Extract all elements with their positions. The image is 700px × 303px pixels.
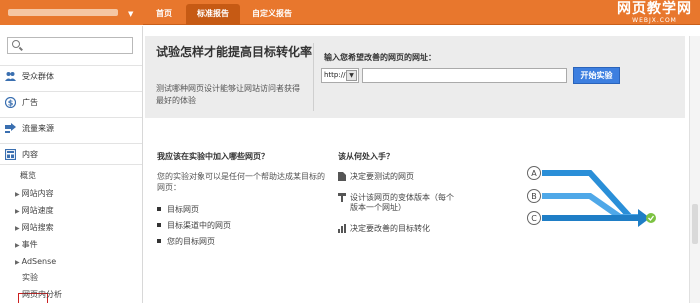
tab-custom-reports[interactable]: 自定义报告: [244, 4, 300, 25]
chevron-down-icon: ▼: [346, 70, 357, 81]
expand-arrow-icon: ▶: [15, 242, 20, 249]
bullet-item: 您的目标网页: [157, 236, 215, 247]
watermark-title: 网页教学网: [617, 1, 692, 17]
variant-a-label: A: [531, 169, 537, 178]
expand-arrow-icon: ▶: [15, 191, 20, 198]
vertical-scrollbar[interactable]: [689, 36, 700, 303]
variant-b-label: B: [531, 192, 537, 201]
bar-chart-icon: [338, 224, 346, 233]
expand-arrow-icon: ▶: [15, 208, 20, 215]
sidebar-item-label: 受众群体: [22, 72, 54, 81]
step-text: 决定要改善的目标转化: [350, 224, 430, 233]
protocol-value: http://: [324, 71, 346, 79]
pages-description: 您的实验对象可以是任何一个帮助达成某目标的网页：: [157, 172, 325, 192]
variant-c-label: C: [531, 214, 537, 223]
sidebar-subitem-experiments[interactable]: 实验: [22, 273, 38, 283]
tab-standard-reports[interactable]: 标准报告: [186, 4, 240, 25]
document-icon: [338, 172, 346, 181]
check-icon: [646, 213, 656, 223]
sidebar-subitem-overview[interactable]: 概览: [20, 171, 36, 181]
tab-home[interactable]: 首页: [146, 4, 182, 25]
sidebar-item-traffic-sources[interactable]: 流量来源: [0, 117, 142, 139]
start-experiment-button[interactable]: 开始实验: [573, 67, 620, 84]
content-page-icon: [5, 149, 16, 160]
sidebar-search-input[interactable]: [7, 37, 133, 54]
protocol-select[interactable]: http:// ▼: [321, 68, 359, 83]
sidebar-item-content[interactable]: 内容: [0, 143, 142, 165]
sidebar-subitem-events[interactable]: ▶ 事件: [15, 240, 38, 251]
sidebar-item-label: 流量来源: [22, 124, 54, 133]
sidebar-subitem-site-content[interactable]: ▶ 网站内容: [15, 189, 54, 200]
sidebar-item-label: 内容: [22, 150, 38, 159]
sidebar-item-audience[interactable]: 受众群体: [0, 65, 142, 87]
expand-arrow-icon: ▶: [15, 225, 20, 232]
traffic-arrow-icon: [5, 123, 16, 133]
dollar-icon: $: [5, 97, 16, 108]
experiment-diagram: A B C: [527, 166, 656, 227]
site-watermark: 网页教学网 WEBJX.COM: [617, 2, 692, 24]
audience-icon: [5, 72, 16, 81]
svg-text:$: $: [8, 98, 14, 107]
step-text: 设计该网页的变体版本（每个版本一个网址）: [350, 193, 454, 212]
chevron-down-icon: ▼: [128, 10, 134, 18]
sidebar-item-ads[interactable]: $ 广告: [0, 91, 142, 113]
expand-arrow-icon: ▶: [15, 259, 20, 266]
page-description: 测试哪种网页设计能够让网站访问者获得最好的体验: [156, 84, 300, 105]
account-selector[interactable]: ▼: [0, 0, 143, 25]
pages-heading: 我应该在实验中加入哪些网页？: [157, 152, 269, 161]
paint-roller-icon: [338, 193, 346, 202]
sidebar-item-label: 广告: [22, 98, 38, 107]
sidebar-subitem-site-speed[interactable]: ▶ 网站速度: [15, 206, 54, 217]
step-text: 决定要测试的网页: [350, 172, 414, 181]
url-label: 输入您希望改善的网页的网址：: [324, 53, 436, 62]
page-title: 试验怎样才能提高目标转化率: [156, 45, 313, 59]
divider: [313, 43, 314, 111]
sidebar-subitem-site-search[interactable]: ▶ 网站搜索: [15, 223, 54, 234]
experiment-header-panel: 试验怎样才能提高目标转化率 测试哪种网页设计能够让网站访问者获得最好的体验 输入…: [145, 36, 685, 118]
sidebar: 受众群体 $ 广告 流量来源 内容 概览 ▶ 网站内容 ▶ 网站速度 ▶ 网站搜索 ▶…: [0, 26, 143, 303]
search-icon: [12, 40, 20, 48]
bullet-item: 目标网页: [157, 204, 199, 215]
getting-started-heading: 该从何处入手？: [338, 152, 394, 161]
sidebar-subitem-in-page-analytics[interactable]: 网页内分析: [22, 290, 62, 300]
watermark-url: WEBJX.COM: [632, 17, 677, 24]
url-input[interactable]: [362, 68, 567, 83]
sidebar-subitem-adsense[interactable]: ▶ AdSense: [15, 257, 56, 268]
scrollbar-thumb[interactable]: [692, 204, 698, 244]
account-name-blurred: [8, 9, 118, 16]
bullet-item: 目标渠道中的网页: [157, 220, 231, 231]
